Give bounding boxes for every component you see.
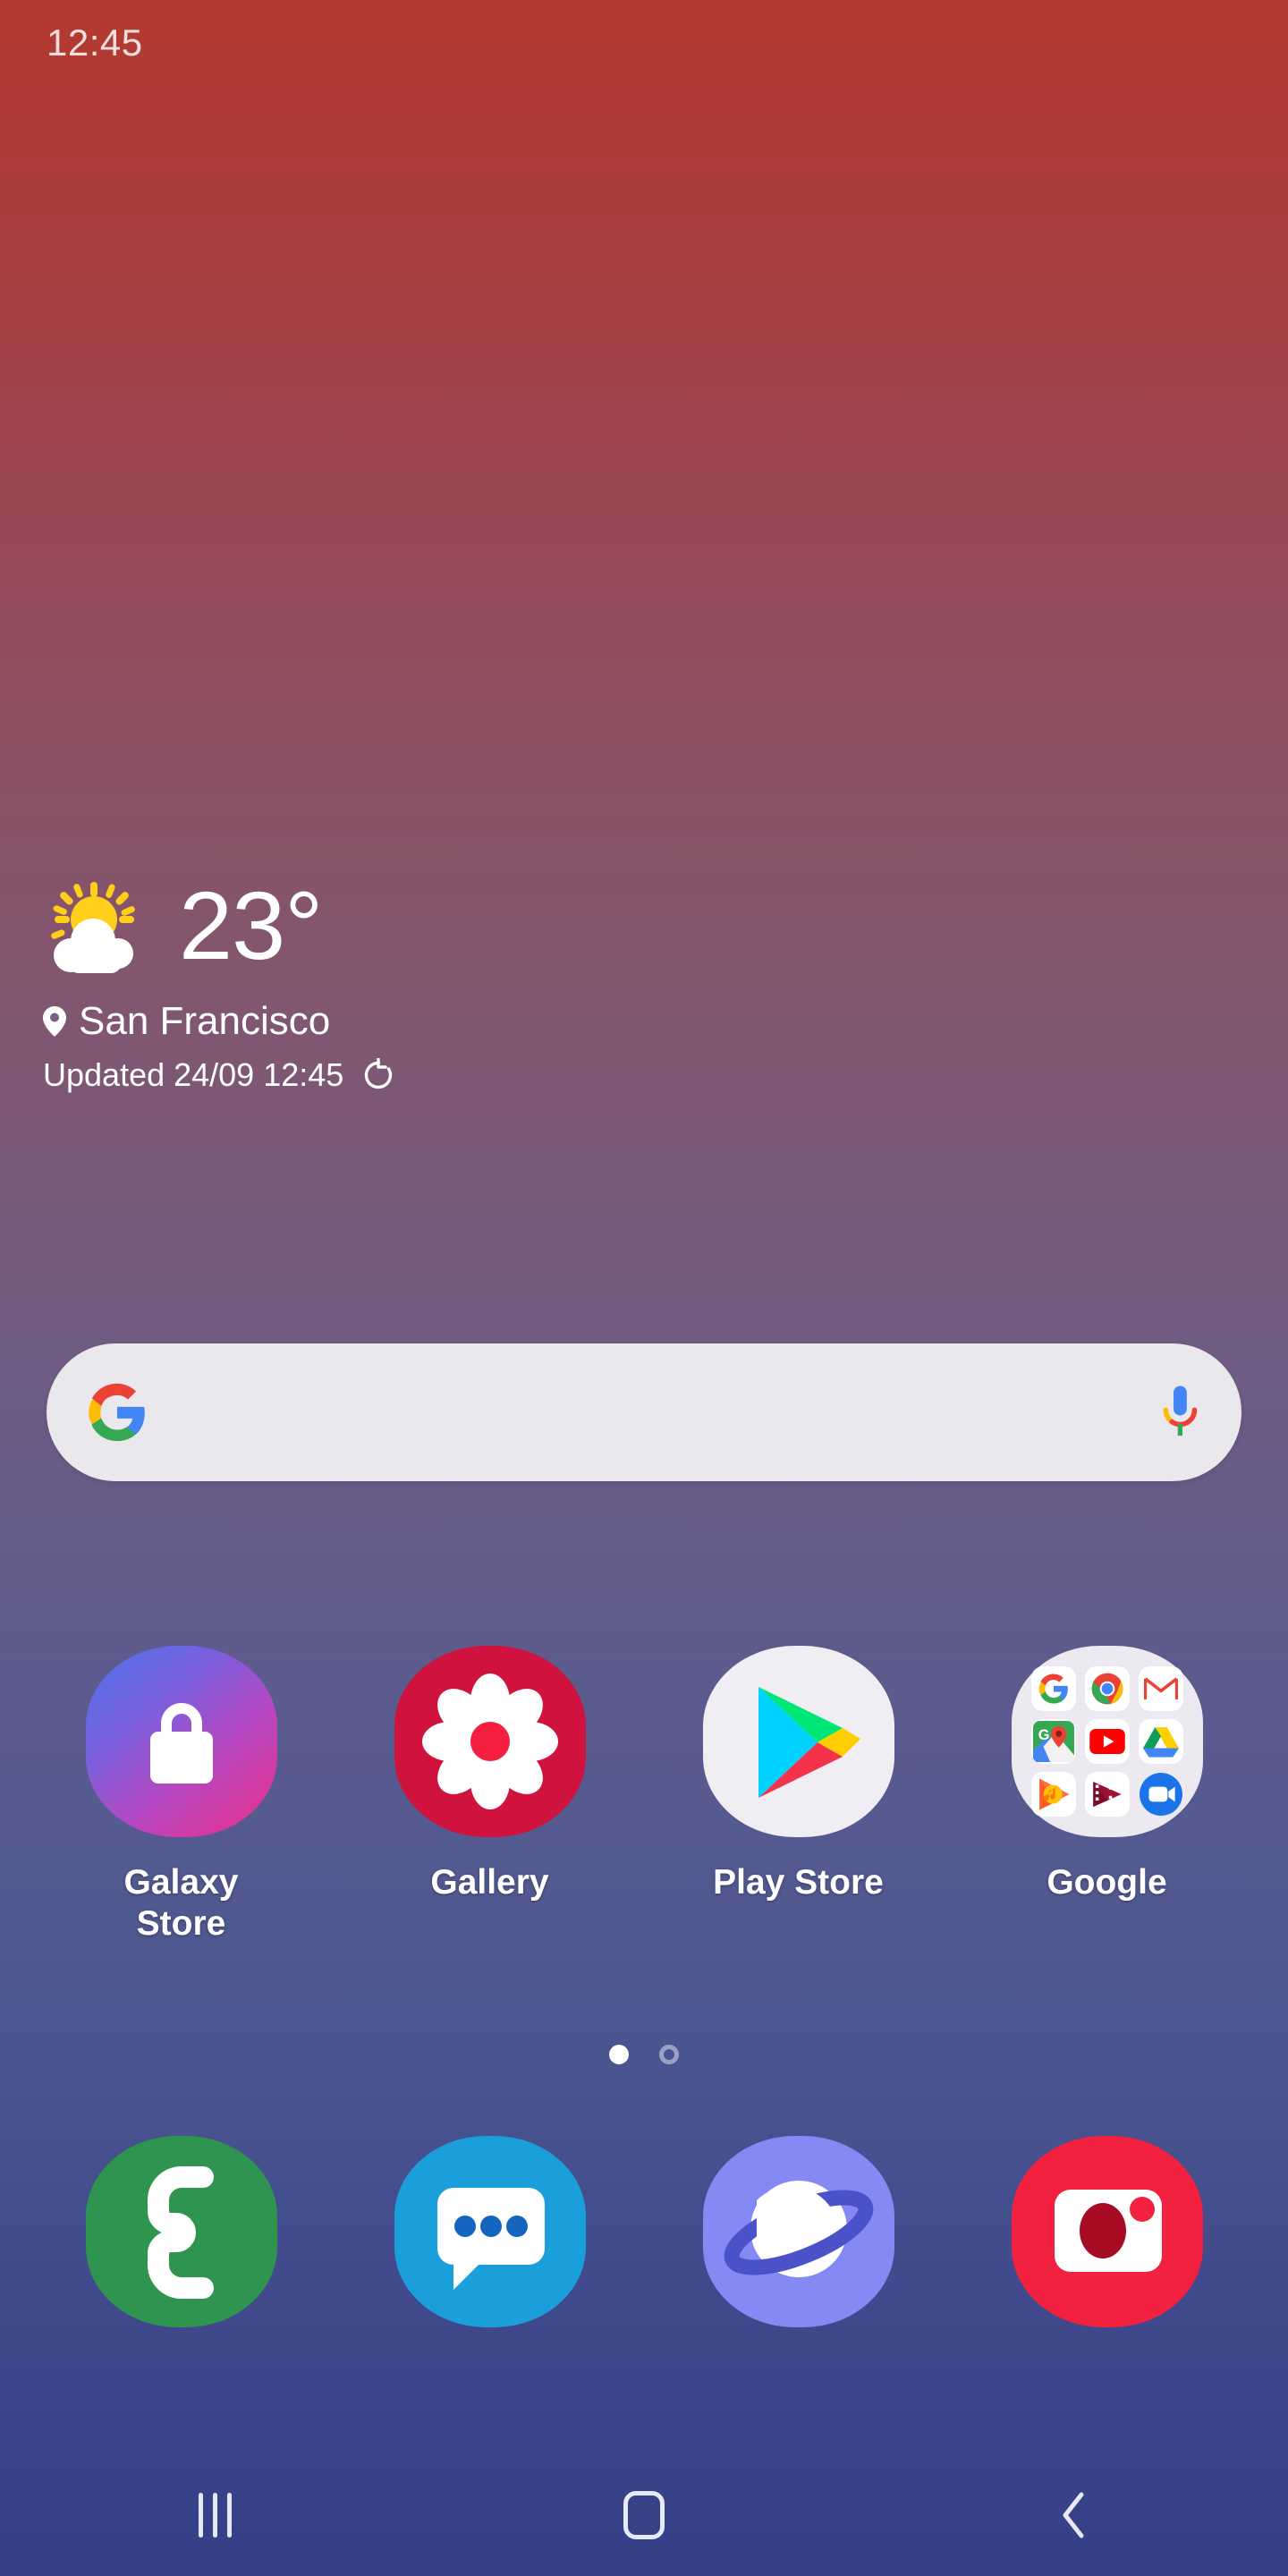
- location-pin-icon: [43, 1006, 66, 1037]
- app-label: Gallery: [430, 1863, 549, 1902]
- weather-updated-row: Updated 24/09 12:45: [43, 1056, 723, 1094]
- folder-grid: G: [1030, 1665, 1185, 1818]
- status-bar-clock: 12:45: [47, 21, 143, 64]
- google-search-bar[interactable]: [47, 1343, 1241, 1481]
- weather-temperature: 23°: [179, 871, 323, 979]
- page-dot-active[interactable]: [609, 2045, 629, 2064]
- dock-item-phone[interactable]: [61, 2136, 302, 2327]
- recents-icon: [198, 2493, 232, 2538]
- weather-updated-text: Updated 24/09 12:45: [43, 1056, 344, 1093]
- app-google-folder[interactable]: G Google: [987, 1646, 1228, 1945]
- duo-icon[interactable]: [1139, 1772, 1183, 1817]
- partly-cloudy-icon: [43, 877, 159, 975]
- app-gallery[interactable]: Gallery: [369, 1646, 611, 1945]
- youtube-icon[interactable]: [1084, 1718, 1130, 1764]
- play-music-icon[interactable]: [1030, 1771, 1076, 1817]
- app-label: Play Store: [713, 1863, 884, 1902]
- dock-item-internet[interactable]: [678, 2136, 919, 2327]
- internet-icon[interactable]: [702, 2136, 894, 2327]
- recents-button[interactable]: [0, 2454, 429, 2576]
- app-label: Google: [1046, 1863, 1167, 1902]
- back-chevron-icon: [1058, 2491, 1089, 2539]
- weather-location-name: San Francisco: [79, 999, 331, 1043]
- chrome-icon[interactable]: [1084, 1666, 1130, 1712]
- app-play-store[interactable]: Play Store: [678, 1646, 919, 1945]
- weather-widget[interactable]: 23° San Francisco Updated 24/09 12:45: [43, 872, 723, 1094]
- dock: [0, 2136, 1288, 2327]
- status-bar: 12:45: [0, 0, 1288, 86]
- camera-icon[interactable]: [1011, 2136, 1203, 2327]
- page-indicator: [0, 2045, 1288, 2064]
- page-dot-inactive[interactable]: [659, 2045, 679, 2064]
- google-search-icon[interactable]: [1030, 1666, 1076, 1712]
- play-movies-icon[interactable]: [1084, 1771, 1130, 1817]
- google-g-icon: [86, 1381, 148, 1444]
- app-grid: Galaxy Store Gallery Play Store G Google: [0, 1646, 1288, 1945]
- phone-icon[interactable]: [85, 2136, 277, 2327]
- dock-item-messages[interactable]: [369, 2136, 611, 2327]
- refresh-icon[interactable]: [361, 1057, 395, 1092]
- back-button[interactable]: [859, 2454, 1288, 2576]
- shopping-bag-icon: [143, 1702, 220, 1788]
- navigation-bar: [0, 2454, 1288, 2576]
- microphone-icon[interactable]: [1157, 1383, 1202, 1442]
- gallery-icon[interactable]: [394, 1646, 586, 1837]
- weather-summary-row: 23°: [43, 872, 723, 979]
- app-label: Galaxy Store: [123, 1863, 239, 1944]
- app-galaxy-store[interactable]: Galaxy Store: [61, 1646, 302, 1945]
- play-store-icon[interactable]: [702, 1646, 894, 1837]
- gmail-icon[interactable]: [1138, 1666, 1183, 1712]
- galaxy-store-icon[interactable]: [85, 1646, 277, 1837]
- home-button[interactable]: [429, 2454, 859, 2576]
- google-folder-icon[interactable]: G: [1011, 1646, 1203, 1837]
- drive-icon[interactable]: [1138, 1718, 1183, 1764]
- home-icon: [623, 2491, 665, 2539]
- maps-icon[interactable]: G: [1030, 1718, 1076, 1764]
- dock-item-camera[interactable]: [987, 2136, 1228, 2327]
- weather-location-row: San Francisco: [43, 999, 723, 1044]
- svg-text:G: G: [1038, 1727, 1049, 1743]
- messages-icon[interactable]: [394, 2136, 586, 2327]
